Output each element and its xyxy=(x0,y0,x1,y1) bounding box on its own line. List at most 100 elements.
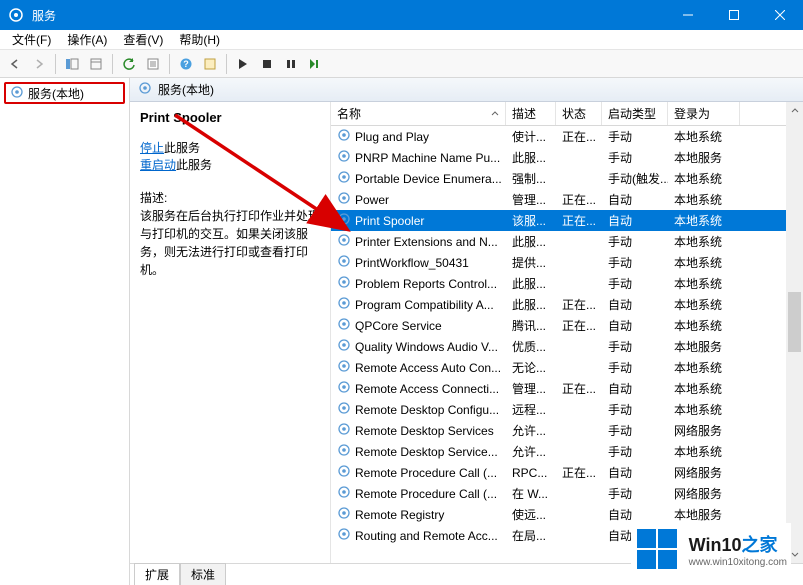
col-startup-type[interactable]: 启动类型 xyxy=(602,102,668,125)
service-row[interactable]: Quality Windows Audio V...优质...手动本地服务 xyxy=(331,336,803,357)
service-status: 正在... xyxy=(556,317,602,334)
forward-button[interactable] xyxy=(28,53,50,75)
service-desc: 允许... xyxy=(506,422,556,439)
gear-icon xyxy=(337,443,351,460)
service-row[interactable]: Plug and Play使计...正在...手动本地系统 xyxy=(331,126,803,147)
description-label: 描述: xyxy=(140,191,167,205)
service-row[interactable]: PNRP Machine Name Pu...此服...手动本地服务 xyxy=(331,147,803,168)
gear-icon xyxy=(10,85,24,102)
stop-service-button[interactable] xyxy=(256,53,278,75)
list-body[interactable]: Plug and Play使计...正在...手动本地系统PNRP Machin… xyxy=(331,126,803,563)
service-desc: 使计... xyxy=(506,128,556,145)
service-row[interactable]: Portable Device Enumera...强制...手动(触发...本… xyxy=(331,168,803,189)
service-logon: 本地系统 xyxy=(668,254,740,271)
service-logon: 本地服务 xyxy=(668,149,740,166)
service-startup: 手动 xyxy=(602,359,668,376)
service-name: Remote Procedure Call (... xyxy=(355,487,497,501)
gear-icon xyxy=(337,401,351,418)
service-startup: 手动 xyxy=(602,401,668,418)
service-row[interactable]: QPCore Service腾讯...正在...自动本地系统 xyxy=(331,315,803,336)
restart-service-button[interactable] xyxy=(304,53,326,75)
service-desc: 强制... xyxy=(506,170,556,187)
service-startup: 手动(触发... xyxy=(602,170,668,187)
service-desc: 此服... xyxy=(506,149,556,166)
gear-icon xyxy=(337,233,351,250)
tree-item-services-local[interactable]: 服务(本地) xyxy=(4,82,125,104)
gear-icon xyxy=(337,338,351,355)
service-logon: 本地服务 xyxy=(668,338,740,355)
service-desc: 远程... xyxy=(506,401,556,418)
restart-link[interactable]: 重启动 xyxy=(140,158,176,172)
tab-standard[interactable]: 标准 xyxy=(180,563,226,585)
service-row[interactable]: Print Spooler该服...正在...自动本地系统 xyxy=(331,210,803,231)
col-status[interactable]: 状态 xyxy=(556,102,602,125)
pane-title: 服务(本地) xyxy=(158,81,214,98)
service-row[interactable]: Power管理...正在...自动本地系统 xyxy=(331,189,803,210)
scroll-thumb[interactable] xyxy=(788,292,801,352)
service-row[interactable]: Remote Access Connecti...管理...正在...自动本地系… xyxy=(331,378,803,399)
service-startup: 手动 xyxy=(602,422,668,439)
pause-service-button[interactable] xyxy=(280,53,302,75)
service-startup: 手动 xyxy=(602,128,668,145)
service-row[interactable]: Problem Reports Control...此服...手动本地系统 xyxy=(331,273,803,294)
help-topics-button[interactable] xyxy=(199,53,221,75)
service-desc: 允许... xyxy=(506,443,556,460)
service-row[interactable]: Remote Desktop Configu...远程...手动本地系统 xyxy=(331,399,803,420)
show-hide-tree-button[interactable] xyxy=(61,53,83,75)
service-row[interactable]: Remote Desktop Services允许...手动网络服务 xyxy=(331,420,803,441)
service-startup: 手动 xyxy=(602,254,668,271)
properties-button[interactable] xyxy=(142,53,164,75)
col-name[interactable]: 名称 xyxy=(331,102,506,125)
start-service-button[interactable] xyxy=(232,53,254,75)
close-button[interactable] xyxy=(757,0,803,30)
scroll-up-button[interactable] xyxy=(786,102,803,119)
service-name: Quality Windows Audio V... xyxy=(355,340,498,354)
gear-icon xyxy=(337,170,351,187)
watermark-url: www.win10xitong.com xyxy=(689,557,787,568)
maximize-button[interactable] xyxy=(711,0,757,30)
service-row[interactable]: Remote Registry使远...自动本地服务 xyxy=(331,504,803,525)
service-row[interactable]: Remote Procedure Call (...RPC...正在...自动网… xyxy=(331,462,803,483)
service-name: Remote Registry xyxy=(355,508,444,522)
service-startup: 自动 xyxy=(602,191,668,208)
service-status: 正在... xyxy=(556,212,602,229)
service-logon: 本地系统 xyxy=(668,359,740,376)
gear-icon xyxy=(337,296,351,313)
gear-icon xyxy=(337,128,351,145)
tab-extended[interactable]: 扩展 xyxy=(134,563,180,585)
service-logon: 本地系统 xyxy=(668,296,740,313)
service-startup: 手动 xyxy=(602,485,668,502)
service-startup: 手动 xyxy=(602,233,668,250)
help-button[interactable]: ? xyxy=(175,53,197,75)
menu-action[interactable]: 操作(A) xyxy=(59,29,115,50)
service-desc: 在局... xyxy=(506,527,556,544)
service-logon: 本地系统 xyxy=(668,212,740,229)
window-title: 服务 xyxy=(32,7,665,24)
service-row[interactable]: Remote Access Auto Con...无论...手动本地系统 xyxy=(331,357,803,378)
col-logon-as[interactable]: 登录为 xyxy=(668,102,740,125)
col-description[interactable]: 描述 xyxy=(506,102,556,125)
back-button[interactable] xyxy=(4,53,26,75)
service-startup: 自动 xyxy=(602,464,668,481)
selected-service-name: Print Spooler xyxy=(140,110,320,125)
gear-icon xyxy=(337,317,351,334)
menu-file[interactable]: 文件(F) xyxy=(4,29,59,50)
service-row[interactable]: PrintWorkflow_50431提供...手动本地系统 xyxy=(331,252,803,273)
menu-view[interactable]: 查看(V) xyxy=(115,29,171,50)
service-desc: 该服... xyxy=(506,212,556,229)
export-list-button[interactable] xyxy=(85,53,107,75)
menu-help[interactable]: 帮助(H) xyxy=(171,29,228,50)
service-startup: 自动 xyxy=(602,506,668,523)
service-row[interactable]: Remote Procedure Call (...在 W...手动网络服务 xyxy=(331,483,803,504)
stop-link[interactable]: 停止 xyxy=(140,141,164,155)
service-row[interactable]: Printer Extensions and N...此服...手动本地系统 xyxy=(331,231,803,252)
service-desc: 管理... xyxy=(506,380,556,397)
title-bar: 服务 xyxy=(0,0,803,30)
service-logon: 本地系统 xyxy=(668,233,740,250)
service-row[interactable]: Remote Desktop Service...允许...手动本地系统 xyxy=(331,441,803,462)
vertical-scrollbar[interactable] xyxy=(786,102,803,563)
refresh-button[interactable] xyxy=(118,53,140,75)
service-desc: 无论... xyxy=(506,359,556,376)
service-row[interactable]: Program Compatibility A...此服...正在...自动本地… xyxy=(331,294,803,315)
minimize-button[interactable] xyxy=(665,0,711,30)
